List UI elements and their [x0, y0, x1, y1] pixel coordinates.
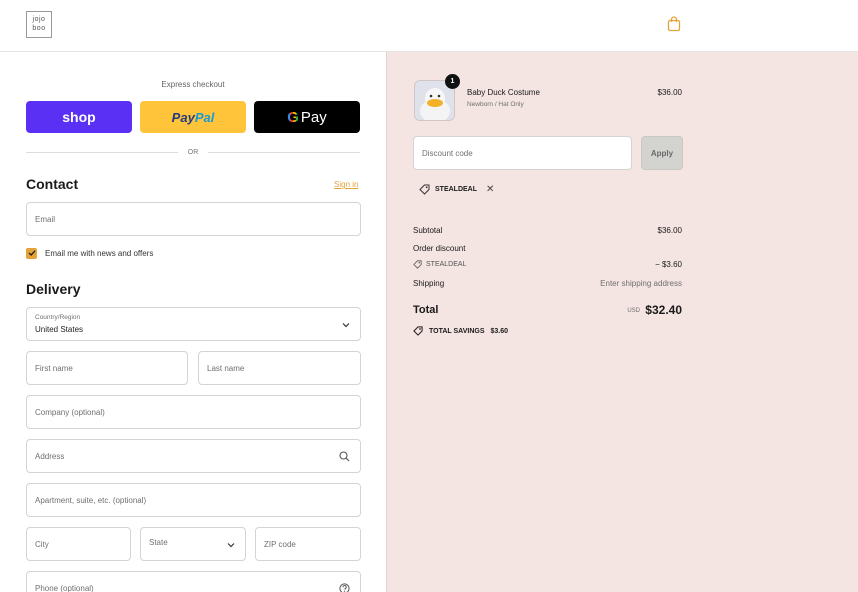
country-value: United States — [35, 325, 84, 334]
chevron-down-icon — [227, 543, 235, 548]
delivery-title: Delivery — [26, 281, 81, 297]
google-g-icon: G — [287, 108, 299, 126]
total-savings: TOTAL SAVINGS $3.60 — [413, 326, 508, 336]
google-pay-label: Pay — [300, 108, 327, 126]
quantity-badge: 1 — [445, 74, 460, 89]
applied-code-text: STEALDEAL — [435, 185, 477, 193]
product-price: $36.00 — [657, 88, 682, 97]
product-name: Baby Duck Costume — [467, 88, 540, 97]
or-divider: OR — [26, 147, 360, 157]
discount-code-row: STEALDEAL — [413, 260, 466, 269]
zip-placeholder: ZIP code — [264, 539, 296, 549]
country-select[interactable]: Country/Region United States — [26, 307, 361, 341]
remove-discount-icon[interactable]: ✕ — [486, 184, 494, 195]
tag-icon — [413, 260, 422, 269]
address-field[interactable]: Address — [26, 439, 361, 473]
apply-label: Apply — [650, 148, 674, 158]
tag-icon — [419, 184, 430, 195]
zip-field[interactable]: ZIP code — [255, 527, 361, 561]
shopping-bag-icon[interactable] — [667, 16, 681, 32]
phone-field[interactable]: Phone (optional) — [26, 571, 361, 592]
search-icon — [339, 451, 350, 462]
paypal-button[interactable]: Pay Pal — [140, 101, 246, 133]
contact-title: Contact — [26, 176, 79, 192]
paypal-label-pay: Pay — [171, 109, 195, 125]
first-name-placeholder: First name — [35, 363, 73, 373]
newsletter-checkbox[interactable] — [26, 247, 37, 259]
help-icon[interactable] — [339, 583, 350, 592]
first-name-field[interactable]: First name — [26, 351, 188, 385]
store-logo[interactable]: jojo boo — [26, 11, 52, 38]
applied-discount-chip: STEALDEAL ✕ — [413, 180, 500, 198]
checkmark-icon — [28, 250, 35, 256]
subtotal-label: Subtotal — [413, 226, 443, 235]
google-pay-button[interactable]: G Pay — [254, 101, 360, 133]
checkout-header: jojo boo — [0, 0, 858, 52]
tag-icon — [413, 326, 423, 336]
shipping-label: Shipping — [413, 279, 445, 288]
discount-code-label: STEALDEAL — [426, 261, 467, 268]
sign-in-link[interactable]: Sign in — [334, 180, 358, 189]
company-placeholder: Company (optional) — [35, 407, 105, 417]
paypal-label-pal: Pal — [194, 109, 215, 125]
or-text: OR — [187, 148, 199, 156]
newsletter-checkbox-row[interactable]: Email me with news and offers — [26, 247, 153, 259]
shipping-value: Enter shipping address — [600, 279, 682, 288]
discount-value: − $3.60 — [655, 260, 682, 269]
email-field[interactable]: Email — [26, 202, 361, 236]
total-currency: USD — [627, 308, 640, 314]
address-placeholder: Address — [35, 451, 65, 461]
order-discount-label: Order discount — [413, 244, 466, 253]
city-placeholder: City — [35, 539, 49, 549]
checkout-form-panel: Express checkout shop Pay Pal G Pay OR Con… — [0, 52, 386, 592]
apartment-field[interactable]: Apartment, suite, etc. (optional) — [26, 483, 361, 517]
shop-pay-label: shop — [62, 109, 96, 125]
express-checkout-label: Express checkout — [161, 80, 225, 89]
savings-value: $3.60 — [490, 327, 509, 335]
newsletter-label: Email me with news and offers — [45, 248, 154, 258]
subtotal-value: $36.00 — [657, 226, 682, 235]
total-value: $32.40 — [645, 303, 682, 317]
last-name-placeholder: Last name — [207, 363, 245, 373]
apply-discount-button[interactable]: Apply — [641, 136, 683, 170]
country-label: Country/Region — [35, 314, 81, 321]
order-summary-panel: 1 Baby Duck Costume Newborn / Hat Only $… — [386, 52, 858, 592]
discount-placeholder: Discount code — [422, 148, 473, 158]
savings-label: TOTAL SAVINGS — [429, 327, 485, 335]
chevron-down-icon — [342, 323, 350, 328]
shop-pay-button[interactable]: shop — [26, 101, 132, 133]
phone-placeholder: Phone (optional) — [35, 583, 94, 592]
discount-code-input[interactable]: Discount code — [413, 136, 632, 170]
state-label: State — [149, 538, 168, 547]
city-field[interactable]: City — [26, 527, 131, 561]
apartment-placeholder: Apartment, suite, etc. (optional) — [35, 495, 147, 505]
company-field[interactable]: Company (optional) — [26, 395, 361, 429]
last-name-field[interactable]: Last name — [198, 351, 361, 385]
total-label: Total — [413, 304, 439, 316]
email-placeholder: Email — [35, 214, 56, 224]
product-variant: Newborn / Hat Only — [467, 101, 524, 108]
state-select[interactable]: State — [140, 527, 246, 561]
